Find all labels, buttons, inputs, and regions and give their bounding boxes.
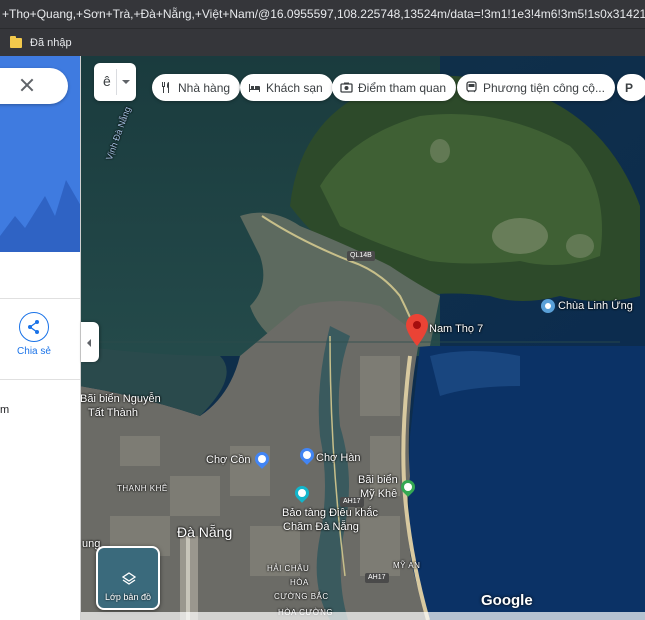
chip-label: Phương tiện công cộ... <box>483 80 605 95</box>
address-bar[interactable]: +Thọ+Quang,+Sơn+Trà,+Đà+Nẵng,+Việt+Nam/@… <box>0 0 645 28</box>
layers-icon <box>122 572 136 585</box>
label-bai-bien-nguyen-tat-thanh-line1[interactable]: Bãi biển Nguyễn <box>80 393 161 405</box>
bookmark-folder-imported[interactable]: Đã nhập <box>30 37 72 49</box>
chip-label: Nhà hàng <box>178 80 231 95</box>
chip-parking[interactable]: P <box>617 74 645 101</box>
label-bao-tang-line2[interactable]: Chăm Đà Nẵng <box>283 521 359 533</box>
bookmarks-bar: Đã nhập <box>0 28 645 56</box>
parking-icon: P <box>625 80 634 95</box>
label-bai-bien-my-khe-line2[interactable]: Mỹ Khê <box>360 488 397 500</box>
chip-attractions[interactable]: Điểm tham quan <box>332 74 457 101</box>
label-chua-linh-ung[interactable]: Chùa Linh Ứng <box>558 300 633 312</box>
label-my-an: MỸ AN <box>393 561 421 570</box>
restaurant-icon <box>160 81 173 94</box>
share-button[interactable]: Chia sẻ <box>14 312 54 368</box>
language-separator <box>116 69 117 95</box>
chip-restaurants[interactable]: Nhà hàng <box>152 74 241 101</box>
chevron-down-icon[interactable] <box>122 80 130 84</box>
panel-text-fragment: m <box>0 404 10 416</box>
road-badge-ah17: AH17 <box>365 573 389 583</box>
label-bai-bien-my-khe-line1[interactable]: Bãi biển <box>358 474 398 486</box>
hotel-icon <box>248 81 261 94</box>
road-badge-ah17: AH17 <box>340 497 364 507</box>
chip-label: Khách sạn <box>266 80 323 95</box>
folder-icon <box>10 35 22 48</box>
label-cho-con[interactable]: Chợ Cồn <box>206 454 251 466</box>
label-bao-tang-line1[interactable]: Bảo tàng Điêu khắc <box>282 507 378 519</box>
chip-label: Điểm tham quan <box>358 80 447 95</box>
label-hai-chau: HẢI CHÂU <box>267 564 310 573</box>
chip-hotels[interactable]: Khách sạn <box>240 74 333 101</box>
label-cuong-bac: CƯỜNG BẮC <box>274 592 329 601</box>
share-label: Chia sẻ <box>17 346 51 357</box>
label-thanh-khe: THANH KHÊ <box>117 484 168 493</box>
pagoda-marker-icon[interactable] <box>541 299 555 313</box>
red-location-pin-icon[interactable] <box>406 314 428 351</box>
label-hoa: HÒA <box>290 578 309 587</box>
share-icon <box>19 312 49 342</box>
language-glyph: ê <box>103 73 111 89</box>
place-hero-image <box>0 56 80 252</box>
label-nam-tho-7[interactable]: Nam Thọ 7 <box>429 323 483 335</box>
map-footer-attribution <box>81 612 645 620</box>
language-toggle-button[interactable]: ê <box>94 63 136 101</box>
camera-icon <box>340 81 353 94</box>
chip-transit[interactable]: Phương tiện công cộ... <box>457 74 615 101</box>
label-cho-han[interactable]: Chợ Hàn <box>316 452 361 464</box>
map-layers-button[interactable]: Lớp bản đồ <box>96 546 160 610</box>
google-logo: Google <box>481 592 533 609</box>
place-details-panel: Chia sẻ m <box>0 56 81 620</box>
collapse-panel-button[interactable] <box>81 322 99 362</box>
divider <box>0 298 80 299</box>
transit-icon <box>465 81 478 94</box>
search-box[interactable] <box>0 68 68 104</box>
label-da-nang[interactable]: Đà Nẵng <box>177 524 232 540</box>
close-icon[interactable] <box>18 76 36 94</box>
layers-label: Lớp bản đồ <box>105 592 151 602</box>
road-badge-ql14b: QL14B <box>347 251 375 261</box>
divider <box>0 379 80 380</box>
label-bai-bien-nguyen-tat-thanh-line2[interactable]: Tất Thành <box>88 407 138 419</box>
